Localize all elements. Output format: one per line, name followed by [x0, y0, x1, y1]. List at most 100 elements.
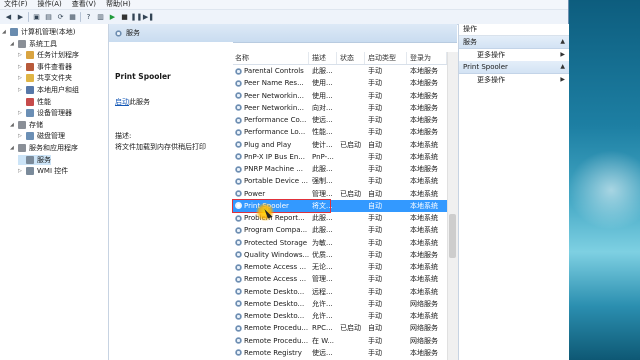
tree-expander-icon[interactable]: ▷	[18, 73, 23, 83]
tree-item[interactable]: ▷ 本地用户和组	[18, 85, 79, 95]
table-row[interactable]: Peer Name Res... 使用... 手动 本地服务	[233, 77, 447, 89]
tree-item[interactable]: ▷ 任务计划程序	[18, 50, 79, 60]
service-status-cell: 已启动	[340, 140, 361, 149]
stop-icon[interactable]: ■	[120, 13, 129, 22]
table-row[interactable]: Peer Networkin... 使用... 手动 本地服务	[233, 90, 447, 102]
column-header-name[interactable]: 名称	[233, 52, 309, 64]
service-desc-cell: 允许...	[312, 299, 333, 308]
tree-expander-icon[interactable]: ◢	[10, 39, 15, 49]
table-row[interactable]: Remote Deskto... 允许... 手动 本地系统	[233, 310, 447, 322]
menu-item[interactable]: 操作(A)	[38, 0, 62, 9]
service-gear-icon	[235, 67, 242, 75]
back-icon[interactable]: ◀	[4, 13, 13, 22]
table-row[interactable]: Program Compa... 此服... 手动 本地系统	[233, 224, 447, 236]
service-desc-cell: 管理...	[312, 275, 333, 284]
tree-item-label: 本地用户和组	[37, 86, 79, 94]
service-startup-cell: 手动	[368, 152, 382, 161]
tree-item[interactable]: ▷ 磁盘管理	[18, 131, 65, 141]
tree-expander-icon[interactable]: ▷	[18, 166, 23, 176]
tree-icon[interactable]: ▤	[44, 13, 53, 22]
tree-expander-icon[interactable]: ▷	[18, 108, 23, 118]
collapse-icon[interactable]: ▲	[560, 36, 565, 48]
service-gear-icon	[235, 275, 242, 283]
tree-item[interactable]: ▷ 设备管理器	[18, 108, 72, 118]
table-row[interactable]: PNRP Machine ... 此服... 手动 本地服务	[233, 163, 447, 175]
actions-section[interactable]: Print Spooler ▲	[459, 61, 569, 74]
menu-item[interactable]: 文件(F)	[4, 0, 28, 9]
export-icon[interactable]: ▦	[68, 13, 77, 22]
column-header-description[interactable]: 描述	[309, 52, 337, 64]
service-gear-icon	[235, 251, 242, 259]
tree-expander-icon[interactable]: ▷	[18, 131, 23, 141]
actions-section-title: 服务	[463, 38, 477, 46]
table-row[interactable]: Peer Networkin... 向对... 手动 本地服务	[233, 102, 447, 114]
service-desc-cell: 向对...	[312, 103, 333, 112]
table-row[interactable]: Plug and Play 使计... 已启动 自动 本地系统	[233, 139, 447, 151]
services-scrollbar[interactable]	[447, 52, 458, 360]
tree-item-label: 系统工具	[29, 39, 57, 48]
table-row[interactable]: Remote Deskto... 允许... 手动 网络服务	[233, 298, 447, 310]
tree-expander-icon[interactable]: ◢	[2, 27, 7, 37]
tree-expander-icon[interactable]: ▷	[18, 85, 23, 95]
table-row[interactable]: Portable Device ... 强制... 手动 本地系统	[233, 175, 447, 187]
tree-item[interactable]: 服务	[18, 154, 51, 165]
pause-icon[interactable]: ❚❚	[131, 13, 143, 22]
tree-item[interactable]: ▷ 共享文件夹	[18, 73, 72, 83]
properties-icon[interactable]: ▥	[96, 13, 105, 22]
service-logon-cell: 本地服务	[410, 165, 438, 173]
tree-item[interactable]: ◢ 服务和应用程序	[10, 143, 78, 153]
column-header-startup-type[interactable]: 启动类型	[365, 52, 407, 64]
table-row[interactable]: Remote Registry 使远... 手动 本地服务	[233, 347, 447, 359]
table-row[interactable]: Remote Access ... 无论... 手动 本地系统	[233, 261, 447, 273]
service-logon-cell: 本地系统	[410, 177, 438, 186]
service-name-cell: Performance Lo...	[233, 126, 309, 138]
up-icon[interactable]: ▣	[32, 13, 41, 22]
table-row[interactable]: Performance Co... 使远... 手动 本地服务	[233, 114, 447, 126]
service-name-cell: Program Compa...	[233, 224, 309, 236]
actions-section-title: Print Spooler	[463, 63, 508, 71]
table-row[interactable]: Quality Windows... 优质... 手动 本地服务	[233, 249, 447, 261]
scrollbar-thumb[interactable]	[449, 214, 456, 258]
actions-section[interactable]: 服务 ▲	[459, 36, 569, 49]
tree-expander-icon[interactable]: ▷	[18, 62, 23, 72]
service-desc-cell: 此服...	[312, 214, 333, 222]
table-row[interactable]: Remote Access ... 管理... 手动 本地系统	[233, 273, 447, 285]
tree-item-label: WMI 控件	[37, 167, 69, 176]
restart-icon[interactable]: ▶❚	[143, 13, 154, 22]
tree-expander-icon[interactable]: ◢	[10, 143, 15, 153]
tree-expander-icon[interactable]: ▷	[18, 50, 23, 60]
menu-item[interactable]: 查看(V)	[72, 0, 96, 9]
refresh-icon[interactable]: ⟳	[56, 13, 65, 22]
tree-item[interactable]: ◢ 系统工具	[10, 39, 57, 49]
play-icon[interactable]: ▶	[108, 13, 117, 22]
tree-item[interactable]: ◢ 计算机管理(本地)	[2, 27, 75, 37]
collapse-icon[interactable]: ▲	[560, 61, 565, 73]
table-row[interactable]: Performance Lo... 性能... 手动 本地服务	[233, 126, 447, 138]
table-row[interactable]: Power 管理... 已启动 自动 本地系统	[233, 188, 447, 200]
tree-item[interactable]: ▷ 事件查看器	[18, 62, 72, 72]
service-name: Remote Procedu...	[244, 324, 309, 333]
help-icon[interactable]: ?	[84, 13, 93, 22]
column-header-status[interactable]: 状态	[337, 52, 365, 64]
service-name-cell: Peer Name Res...	[233, 77, 309, 89]
column-header-logon[interactable]: 登录为	[407, 52, 447, 64]
tree-item[interactable]: ◢ 存储	[10, 120, 43, 130]
table-row[interactable]: Remote Deskto... 远程... 手动 本地系统	[233, 286, 447, 298]
table-row[interactable]: Protected Storage 为敏... 手动 本地系统	[233, 237, 447, 249]
tree-item[interactable]: ▷ WMI 控件	[18, 166, 68, 176]
start-service-link[interactable]: 启动	[115, 98, 129, 106]
table-row[interactable]: Remote Procedu... 在 W... 手动 网络服务	[233, 335, 447, 347]
tree-item[interactable]: 性能	[18, 97, 51, 107]
service-name: Performance Lo...	[244, 128, 306, 137]
table-row[interactable]: Parental Controls 此服... 手动 本地服务	[233, 65, 447, 77]
table-row[interactable]: PnP-X IP Bus En... PnP-... 手动 本地系统	[233, 151, 447, 163]
description-label: 描述:	[115, 132, 132, 140]
table-row[interactable]: Remote Procedu... RPC... 已启动 自动 网络服务	[233, 322, 447, 334]
tree-expander-icon[interactable]: ◢	[10, 120, 15, 130]
menu-item[interactable]: 帮助(H)	[106, 0, 131, 9]
service-gear-icon	[235, 214, 242, 222]
forward-icon[interactable]: ▶	[16, 13, 25, 22]
more-actions-item[interactable]: 更多操作 ▶	[459, 49, 569, 61]
more-actions-item[interactable]: 更多操作 ▶	[459, 74, 569, 86]
tree-node-icon	[26, 74, 34, 83]
